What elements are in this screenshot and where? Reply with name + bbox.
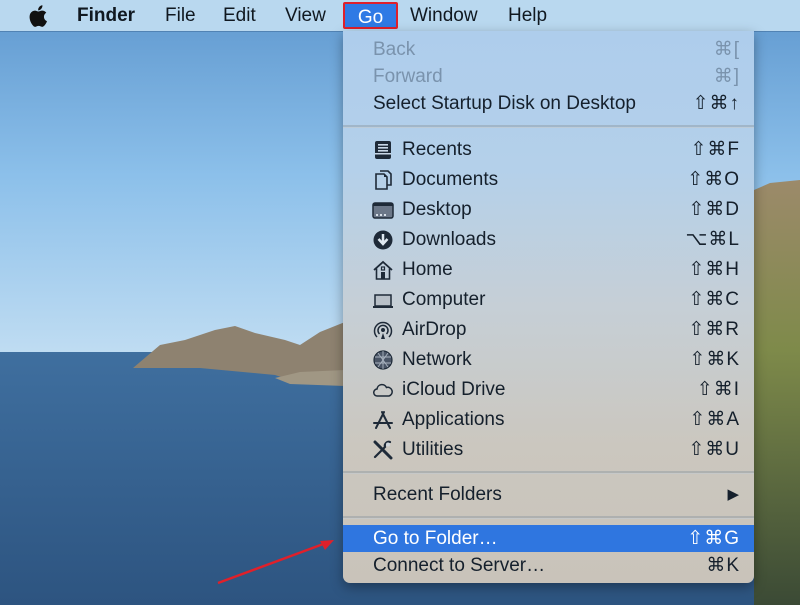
menu-item-label: Go to Folder… <box>373 528 498 549</box>
menu-go[interactable]: Go <box>343 2 398 29</box>
menu-item-label: Applications <box>402 409 505 430</box>
submenu-arrow-icon: ▶ <box>727 486 740 503</box>
menu-item-recents[interactable]: Recents ⇧⌘F <box>343 136 754 163</box>
menu-item-documents[interactable]: Documents ⇧⌘O <box>343 166 754 193</box>
menu-item-icloud-drive[interactable]: iCloud Drive ⇧⌘I <box>343 376 754 403</box>
recents-icon <box>375 141 391 159</box>
menu-item-home[interactable]: Home ⇧⌘H <box>343 256 754 283</box>
menu-item-connect-to-server[interactable]: Connect to Server… ⌘K <box>343 552 754 579</box>
menu-view[interactable]: View <box>285 0 326 31</box>
menu-item-select-startup-disk[interactable]: Select Startup Disk on Desktop ⇧⌘↑ <box>343 90 754 117</box>
menu-item-desktop[interactable]: Desktop ⇧⌘D <box>343 196 754 223</box>
shortcut: ⌘] <box>713 66 740 87</box>
menu-item-label: Forward <box>373 66 443 87</box>
apple-logo-icon <box>29 5 47 27</box>
menu-item-label: Recents <box>402 139 472 160</box>
shortcut: ⇧⌘↑ <box>692 93 740 114</box>
menu-item-applications[interactable]: Applications ⇧⌘A <box>343 406 754 433</box>
menu-item-label: iCloud Drive <box>402 379 506 400</box>
menu-finder[interactable]: Finder <box>77 0 135 31</box>
menu-item-utilities[interactable]: Utilities ⇧⌘U <box>343 436 754 463</box>
menu-item-label: Network <box>402 349 472 370</box>
shortcut: ⌘[ <box>713 39 740 60</box>
menu-edit[interactable]: Edit <box>223 0 256 31</box>
menu-item-network[interactable]: Network ⇧⌘K <box>343 346 754 373</box>
airdrop-icon <box>373 321 393 339</box>
menu-item-recent-folders[interactable]: Recent Folders ▶ <box>343 481 754 508</box>
shortcut: ⇧⌘R <box>688 319 740 340</box>
home-icon <box>373 260 393 280</box>
shortcut: ⇧⌘I <box>696 379 740 400</box>
menu-item-label: Select Startup Disk on Desktop <box>373 93 636 114</box>
menu-window[interactable]: Window <box>410 0 478 31</box>
shortcut: ⇧⌘K <box>689 349 740 370</box>
desktop-icon <box>372 202 394 219</box>
shortcut: ⌥⌘L <box>685 229 740 250</box>
menu-item-label: Desktop <box>402 199 472 220</box>
shortcut: ⇧⌘D <box>688 199 740 220</box>
menu-separator <box>343 125 754 128</box>
shortcut: ⇧⌘U <box>688 439 740 460</box>
menu-item-label: Recent Folders <box>373 484 502 505</box>
menu-item-label: Connect to Server… <box>373 555 546 576</box>
menu-item-computer[interactable]: Computer ⇧⌘C <box>343 286 754 313</box>
menu-item-label: Utilities <box>402 439 464 460</box>
menu-item-back[interactable]: Back ⌘[ <box>343 36 754 63</box>
menu-separator <box>343 516 754 519</box>
menu-separator <box>343 471 754 474</box>
applications-icon <box>373 411 393 429</box>
menu-item-label: AirDrop <box>402 319 467 340</box>
documents-icon <box>375 170 392 190</box>
menu-item-label: Back <box>373 39 416 60</box>
menu-item-go-to-folder[interactable]: Go to Folder… ⇧⌘G <box>343 525 754 552</box>
menu-item-forward[interactable]: Forward ⌘] <box>343 63 754 90</box>
shortcut: ⇧⌘F <box>690 139 740 160</box>
menu-item-airdrop[interactable]: AirDrop ⇧⌘R <box>343 316 754 343</box>
shortcut: ⌘K <box>706 555 740 576</box>
menu-item-label: Computer <box>402 289 486 310</box>
menu-bar: Finder File Edit View Go Window Help <box>0 0 800 31</box>
shortcut: ⇧⌘H <box>688 259 740 280</box>
apple-menu[interactable] <box>28 0 50 31</box>
menu-item-label: Home <box>402 259 453 280</box>
shortcut: ⇧⌘G <box>687 528 740 549</box>
menu-help[interactable]: Help <box>508 0 547 31</box>
computer-icon <box>373 294 393 308</box>
utilities-icon <box>373 440 393 460</box>
shortcut: ⇧⌘A <box>689 409 740 430</box>
menu-file[interactable]: File <box>165 0 196 31</box>
menu-item-label: Downloads <box>402 229 496 250</box>
downloads-icon <box>373 230 393 250</box>
go-menu-dropdown: Back ⌘[ Forward ⌘] Select Startup Disk o… <box>343 31 754 583</box>
shortcut: ⇧⌘O <box>687 169 740 190</box>
shortcut: ⇧⌘C <box>688 289 740 310</box>
network-icon <box>373 350 393 370</box>
menu-item-downloads[interactable]: Downloads ⌥⌘L <box>343 226 754 253</box>
menu-item-label: Documents <box>402 169 499 190</box>
icloud-icon <box>373 383 393 397</box>
